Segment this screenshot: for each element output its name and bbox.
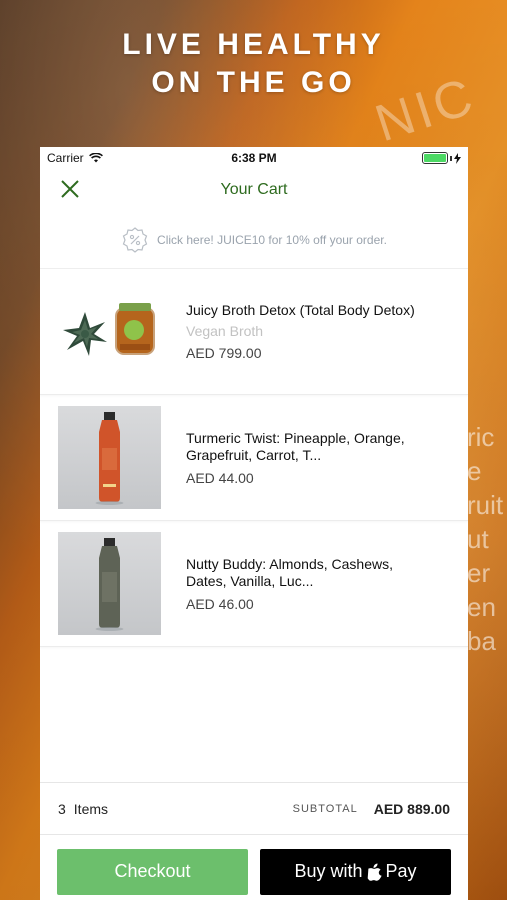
subtotal-label: SUBTOTAL xyxy=(292,802,358,815)
close-icon[interactable] xyxy=(58,177,82,201)
checkout-button[interactable]: Checkout xyxy=(57,848,248,895)
background-side-text: ric e ruit ut er en ba xyxy=(467,422,504,656)
item-count: 3 xyxy=(58,800,66,817)
product-image-turmeric-twist xyxy=(58,406,161,509)
apple-logo-icon xyxy=(367,863,382,881)
product-image-nutty-buddy xyxy=(58,532,161,635)
apple-pay-button[interactable]: Buy with Pay xyxy=(260,848,451,895)
promo-code-banner[interactable]: Click here! JUICE10 for 10% off your ord… xyxy=(40,211,468,269)
item-name: Juicy Broth Detox (Total Body Detox) xyxy=(186,302,415,318)
apple-pay-suffix: Pay xyxy=(385,861,417,881)
apple-pay-label: Buy with xyxy=(294,861,363,881)
percent-badge-icon xyxy=(122,226,148,253)
phone-screen: Carrier 6:38 PM Your Cart Click here! JU… xyxy=(40,147,468,900)
product-image-broth-detox xyxy=(58,280,161,383)
item-price: AED 799.00 xyxy=(186,345,262,361)
page-title: Your Cart xyxy=(220,181,288,198)
cart-item[interactable]: Nutty Buddy: Almonds, Cashews, Dates, Va… xyxy=(40,521,468,647)
headline-line-2: ON THE GO xyxy=(151,66,356,99)
cart-summary: 3 Items SUBTOTAL AED 889.00 xyxy=(40,782,468,834)
items-label: Items xyxy=(73,800,109,817)
promo-headline: LIVE HEALTHY ON THE GO xyxy=(0,26,507,102)
status-bar: Carrier 6:38 PM xyxy=(40,147,468,169)
item-price: AED 44.00 xyxy=(186,469,254,486)
item-name: Nutty Buddy: Almonds, Cashews, Dates, Va… xyxy=(186,555,393,589)
status-time: 6:38 PM xyxy=(231,151,277,165)
headline-line-1: LIVE HEALTHY xyxy=(122,28,385,61)
item-subtitle: Vegan Broth xyxy=(186,323,264,339)
subtotal-value: AED 889.00 xyxy=(373,800,450,817)
cart-item[interactable]: Turmeric Twist: Pineapple, Orange, Grape… xyxy=(40,395,468,521)
cart-item[interactable]: Juicy Broth Detox (Total Body Detox) Veg… xyxy=(40,269,468,395)
item-price: AED 46.00 xyxy=(186,595,254,612)
promo-text: Click here! JUICE10 for 10% off your ord… xyxy=(157,232,387,247)
checkout-actions: Checkout Buy with Pay xyxy=(40,834,468,900)
cart-item-list: Juicy Broth Detox (Total Body Detox) Veg… xyxy=(40,269,468,647)
nav-bar: Your Cart xyxy=(40,169,468,211)
item-name: Turmeric Twist: Pineapple, Orange, Grape… xyxy=(186,429,405,463)
